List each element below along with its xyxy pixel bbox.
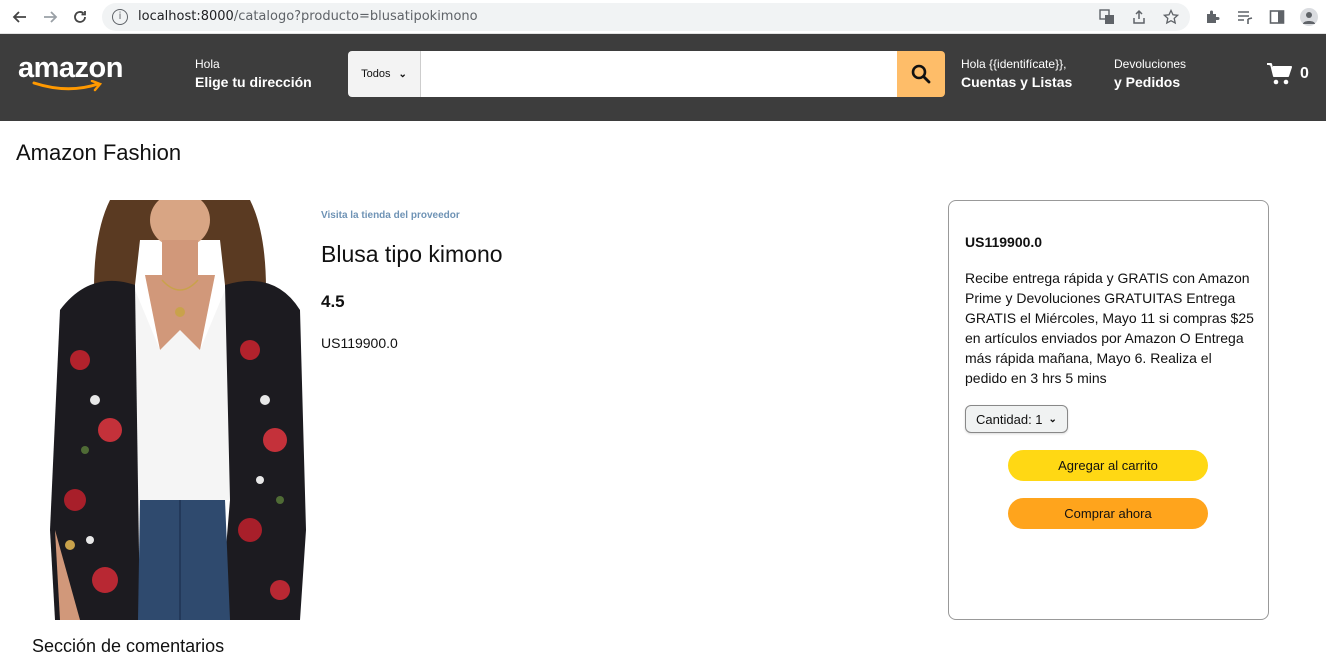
product-price: US119900.0 xyxy=(321,335,398,351)
comments-section-title: Sección de comentarios xyxy=(32,636,225,656)
buybox-price: US119900.0 xyxy=(965,234,1043,250)
search-icon xyxy=(911,64,931,84)
url-path: /catalogo?producto=blusatipokimono xyxy=(233,9,478,24)
account-label: Cuentas y Listas xyxy=(961,74,1073,90)
add-to-cart-button[interactable]: Agregar al carrito xyxy=(1008,450,1208,481)
url-text: localhost:8000/catalogo?producto=blusati… xyxy=(138,9,1098,24)
amazon-logo[interactable]: amazon xyxy=(18,54,123,94)
info-icon[interactable]: i xyxy=(112,8,128,25)
product-rating: 4.5 xyxy=(321,292,345,311)
translate-icon[interactable] xyxy=(1098,8,1116,26)
sidepanel-icon[interactable] xyxy=(1268,8,1286,26)
buy-now-button[interactable]: Comprar ahora xyxy=(1008,498,1208,529)
logo-smile-icon xyxy=(32,80,103,92)
delivery-description: Recibe entrega rápida y GRATIS con Amazo… xyxy=(965,270,1254,386)
quantity-select[interactable]: Cantidad: 1 ⌄ xyxy=(965,405,1068,433)
logo-text: amazon xyxy=(18,52,123,84)
address-bar[interactable]: i localhost:8000/catalogo?producto=blusa… xyxy=(102,2,1190,31)
returns-line1: Devoluciones xyxy=(1114,57,1187,71)
back-arrow-icon[interactable] xyxy=(8,4,32,30)
account-lists[interactable]: Hola {{identifícate}}, Cuentas y Listas xyxy=(961,56,1072,92)
playlist-icon[interactable] xyxy=(1236,8,1254,26)
search-bar: Todos ⌄ xyxy=(348,51,945,97)
account-greeting: Hola {{identifícate}}, xyxy=(961,57,1067,71)
star-icon[interactable] xyxy=(1162,8,1180,26)
url-host: localhost:8000 xyxy=(138,9,234,24)
reload-icon[interactable] xyxy=(68,4,92,30)
share-icon[interactable] xyxy=(1130,8,1148,26)
cart-button[interactable]: 0 xyxy=(1266,62,1309,86)
store-link[interactable]: Visita la tienda del proveedor xyxy=(321,210,460,221)
site-header: amazon Hola Elige tu dirección Todos ⌄ H… xyxy=(0,34,1326,121)
puzzle-icon[interactable] xyxy=(1204,8,1222,26)
profile-icon[interactable] xyxy=(1300,7,1318,26)
search-category-select[interactable]: Todos ⌄ xyxy=(348,51,421,97)
section-title: Amazon Fashion xyxy=(16,140,182,165)
product-image[interactable] xyxy=(50,200,306,620)
search-category-value: Todos xyxy=(361,68,391,80)
forward-arrow-icon[interactable] xyxy=(38,4,62,30)
returns-line2: y Pedidos xyxy=(1114,74,1181,90)
search-button[interactable] xyxy=(897,51,945,97)
cart-icon xyxy=(1267,63,1292,85)
cart-count: 0 xyxy=(1300,65,1309,82)
chevron-down-icon: ⌄ xyxy=(398,68,407,80)
returns-orders[interactable]: Devoluciones y Pedidos xyxy=(1114,56,1186,92)
delivery-address[interactable]: Hola Elige tu dirección xyxy=(195,56,312,92)
browser-toolbar: i localhost:8000/catalogo?producto=blusa… xyxy=(0,0,1326,34)
product-title: Blusa tipo kimono xyxy=(321,241,503,267)
quantity-label: Cantidad: 1 xyxy=(976,411,1043,427)
address-greeting: Hola xyxy=(195,57,220,71)
search-input[interactable] xyxy=(421,51,897,97)
address-label: Elige tu dirección xyxy=(195,74,312,90)
chevron-down-icon: ⌄ xyxy=(1048,413,1057,425)
buy-box: US119900.0 Recibe entrega rápida y GRATI… xyxy=(948,200,1269,620)
